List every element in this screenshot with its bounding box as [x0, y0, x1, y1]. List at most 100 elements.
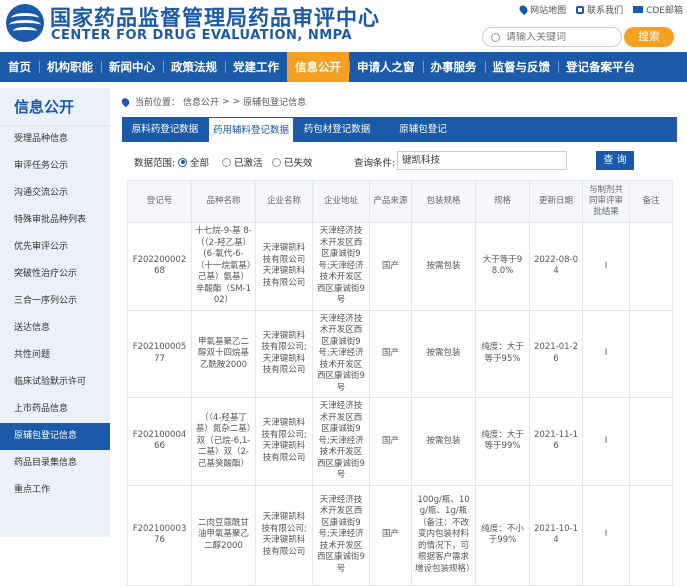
tab-api-data[interactable]: 原料药登记数据: [122, 117, 208, 142]
nav-services[interactable]: 办事服务: [422, 52, 485, 82]
cell-update-date: 2021-01-26: [529, 309, 583, 398]
sidebar-item-common-issues[interactable]: 共性问题: [0, 342, 110, 369]
sidebar-item-drug-catalog[interactable]: 药品目录集信息: [0, 450, 110, 477]
col-joint-review: 与制剂共同审评审批结果: [582, 180, 630, 223]
col-remark: 备注: [629, 180, 673, 223]
cell-remark: [629, 397, 673, 486]
cell-product-name: （（4-羟基丁基）氮杂二基）双（己烷-6,1-二基）双（2-己基癸酸酯）: [191, 397, 256, 486]
location-pin-icon: [517, 3, 530, 16]
cell-product-name: 十七烷-9-基 8-（（2-羟乙基）(6-氧代-6-（十一烷氧基）己基）氨基）辛…: [191, 222, 256, 311]
table-row[interactable]: F20210000577 甲氧基聚乙二醇双十四烷基乙酰胺2000 天津键凯科技有…: [127, 309, 673, 398]
cell-joint-review: I: [582, 222, 630, 311]
tab-registration[interactable]: 原辅包登记: [380, 117, 466, 142]
sidebar-item-special-approval[interactable]: 特殊审批品种列表: [0, 207, 110, 234]
sidebar-item-key-work[interactable]: 重点工作: [0, 477, 110, 504]
cell-company-address: 天津经济技术开发区西区康诚街9号;天津经济技术开发区西区康诚街9号: [312, 484, 370, 586]
sidebar-item-clinical-trial[interactable]: 临床试验默示许可: [0, 369, 110, 396]
main-nav: 首页 机构职能 新闻中心 政策法规 党建工作 信息公开 申请人之窗 办事服务 监…: [0, 52, 687, 82]
phone-icon: [576, 5, 585, 14]
cell-spec: 纯度：大于等于95%: [475, 309, 530, 398]
breadcrumb-info-public[interactable]: 信息公开: [183, 95, 219, 108]
cell-remark: [629, 222, 673, 311]
cell-reg-no: F20210000376: [127, 484, 192, 586]
nav-feedback[interactable]: 监督与反馈: [484, 52, 559, 82]
sidebar-item-marketed-drugs[interactable]: 上市药品信息: [0, 396, 110, 423]
sidebar-title: 信息公开: [0, 88, 110, 126]
cell-update-date: 2021-10-14: [529, 484, 583, 586]
radio-all[interactable]: 全部: [178, 155, 209, 169]
site-header: 国家药品监督管理局药品审评中心 CENTER FOR DRUG EVALUATI…: [0, 0, 687, 52]
nav-party[interactable]: 党建工作: [225, 52, 287, 82]
breadcrumb: 当前位置： 信息公开 > > 原辅包登记信息: [120, 95, 307, 108]
cell-update-date: 2021-11-16: [529, 397, 583, 486]
radio-activated[interactable]: 已激活: [222, 155, 263, 169]
cell-source: 国产: [369, 484, 412, 586]
table-row[interactable]: F20220000268 十七烷-9-基 8-（（2-羟乙基）(6-氧代-6-（…: [127, 222, 673, 311]
tab-excipient-data[interactable]: 药用辅料登记数据: [208, 117, 294, 142]
cell-source: 国产: [369, 397, 412, 486]
cell-reg-no: F20220000268: [127, 222, 192, 311]
condition-label: 查询条件:: [354, 158, 396, 169]
data-tabs: 原料药登记数据 药用辅料登记数据 药包材登记数据 原辅包登记: [122, 117, 677, 142]
cell-company-name: 天津键凯科技有限公司;天津键凯科技有限公司: [255, 397, 313, 486]
sidebar-item-accepted[interactable]: 受理品种信息: [0, 126, 110, 153]
cell-update-date: 2022-08-04: [529, 222, 583, 311]
cell-source: 国产: [369, 222, 412, 311]
table-row[interactable]: F20210000466 （（4-羟基丁基）氮杂二基）双（己烷-6,1-二基）双…: [127, 397, 673, 486]
breadcrumb-current: 原辅包登记信息: [243, 98, 307, 108]
cell-spec: 大于等于98.0%: [475, 222, 530, 311]
cell-reg-no: F20210000466: [127, 397, 192, 486]
sidebar-item-review-task[interactable]: 审评任务公示: [0, 153, 110, 180]
col-product-name: 品种名称: [191, 180, 256, 223]
cell-product-name: 甲氧基聚乙二醇双十四烷基乙酰胺2000: [191, 309, 256, 398]
search-icon: [491, 32, 500, 42]
condition-input[interactable]: 键凯科技: [397, 151, 567, 170]
registration-table: 登记号 品种名称 企业名称 企业地址 产品来源 包装规格 规格 更新日期 与制剂…: [127, 180, 673, 586]
radio-expired[interactable]: 已失效: [272, 155, 313, 169]
sidebar-item-breakthrough[interactable]: 突破性治疗公示: [0, 261, 110, 288]
cell-company-address: 天津经济技术开发区西区康诚街9号;天津经济技术开发区西区康诚街9号: [312, 397, 370, 486]
cell-reg-no: F20210000577: [127, 309, 192, 398]
sidebar-item-api-registration[interactable]: 原辅包登记信息: [0, 423, 110, 450]
nav-news[interactable]: 新闻中心: [101, 52, 163, 82]
cell-spec: 纯度：不小于99%: [475, 484, 530, 586]
table-row[interactable]: F20210000376 二肉豆蔻酰甘油甲氧基聚乙二醇2000 天津键凯科技有限…: [127, 484, 673, 586]
nav-home[interactable]: 首页: [0, 52, 39, 82]
sitemap-link[interactable]: 网站地图: [517, 3, 566, 16]
col-package: 包装规格: [411, 180, 476, 223]
mail-link[interactable]: CDE邮箱: [633, 3, 683, 16]
table-header-row: 登记号 品种名称 企业名称 企业地址 产品来源 包装规格 规格 更新日期 与制剂…: [127, 180, 673, 223]
cell-remark: [629, 309, 673, 398]
cell-company-address: 天津经济技术开发区西区康诚街9号;天津经济技术开发区西区康诚街9号: [312, 222, 370, 311]
cde-logo[interactable]: [6, 4, 44, 42]
tab-packaging-data[interactable]: 药包材登记数据: [294, 117, 380, 142]
sidebar-item-communication[interactable]: 沟通交流公示: [0, 180, 110, 207]
cell-package: 100g/瓶、10g/瓶、1g/瓶（备注：不改变内包装材料的情况下，可根据客户需…: [411, 484, 476, 586]
nav-functions[interactable]: 机构职能: [39, 52, 101, 82]
nav-info-public[interactable]: 信息公开: [287, 52, 349, 82]
site-search-box[interactable]: [482, 27, 622, 47]
cell-source: 国产: [369, 309, 412, 398]
nav-applicant[interactable]: 申请人之窗: [349, 52, 423, 82]
col-spec: 规格: [475, 180, 530, 223]
query-button[interactable]: 查 询: [596, 151, 634, 170]
nav-policy[interactable]: 政策法规: [163, 52, 225, 82]
radio-unchecked-icon: [272, 157, 281, 167]
cell-company-name: 天津键凯科技有限公司;天津键凯科技有限公司: [255, 484, 313, 586]
col-company-address: 企业地址: [312, 180, 370, 223]
col-update-date: 更新日期: [529, 180, 583, 223]
top-links: 网站地图 联系我们 CDE邮箱: [517, 3, 683, 16]
cell-remark: [629, 484, 673, 586]
sidebar-item-three-in-one[interactable]: 三合一序列公示: [0, 288, 110, 315]
contact-link[interactable]: 联系我们: [576, 3, 623, 16]
sidebar-item-delivery[interactable]: 送达信息: [0, 315, 110, 342]
nav-registration[interactable]: 登记备案平台: [558, 52, 643, 82]
cell-package: 按需包装: [411, 397, 476, 486]
sidebar-item-priority-review[interactable]: 优先审评公示: [0, 234, 110, 261]
col-source: 产品来源: [369, 180, 412, 223]
radio-checked-icon: [178, 157, 187, 167]
cell-product-name: 二肉豆蔻酰甘油甲氧基聚乙二醇2000: [191, 484, 256, 586]
site-search-button[interactable]: 搜索: [624, 27, 674, 47]
site-search-input[interactable]: [506, 31, 606, 43]
sidebar: 信息公开 受理品种信息 审评任务公示 沟通交流公示 特殊审批品种列表 优先审评公…: [0, 88, 110, 537]
